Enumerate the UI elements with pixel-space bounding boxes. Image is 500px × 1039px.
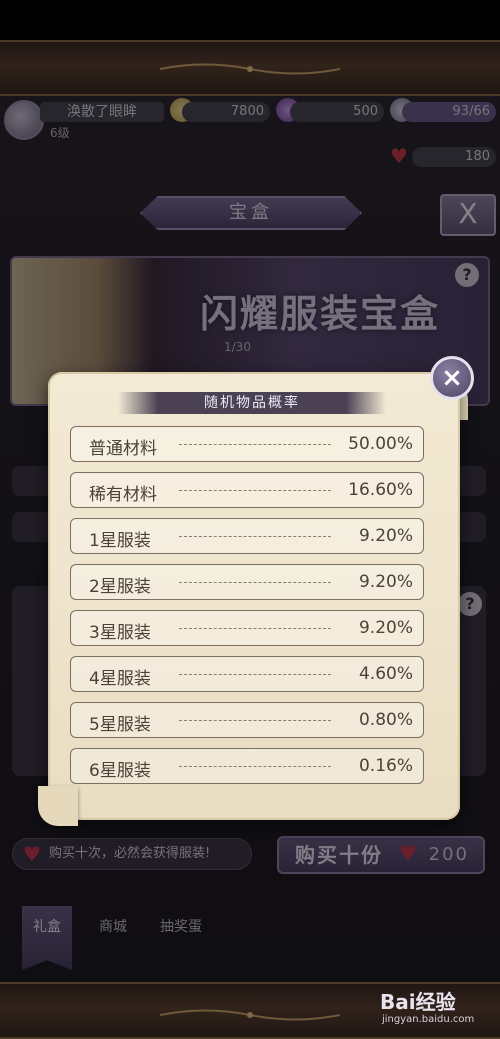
dash-divider [179,582,331,583]
watermark-logo: Bai经验 [380,990,456,1014]
dash-divider [179,536,331,537]
probability-row: 6星服装 0.16% [70,748,424,784]
dialog-close-button[interactable]: × [430,356,474,400]
dialog-title: 随机物品概率 [118,392,386,414]
probability-row: 4星服装 4.60% [70,656,424,692]
item-name: 4星服装 [89,669,151,689]
scroll-curl [38,786,78,826]
item-name: 普通材料 [89,439,157,459]
probability-row: 5星服装 0.80% [70,702,424,738]
watermark-url: jingyan.baidu.com [382,1014,475,1025]
item-probability: 50.00% [348,434,413,454]
item-probability: 9.20% [358,618,413,638]
probability-row: 1星服装 9.20% [70,518,424,554]
dash-divider [179,720,331,721]
item-name: 5星服装 [89,715,151,735]
dash-divider [179,628,331,629]
probability-row: 普通材料 50.00% [70,426,424,462]
dash-divider [179,444,331,445]
item-name: 2星服装 [89,577,151,597]
dash-divider [179,674,331,675]
item-probability: 16.60% [348,480,413,500]
item-name: 1星服装 [89,531,151,551]
probability-row: 3星服装 9.20% [70,610,424,646]
item-name: 稀有材料 [89,485,157,505]
probability-row: 稀有材料 16.60% [70,472,424,508]
item-probability: 4.60% [358,664,413,684]
item-name: 6星服装 [89,761,151,781]
item-name: 3星服装 [89,623,151,643]
dash-divider [179,490,331,491]
item-probability: 0.16% [358,756,413,776]
dash-divider [179,766,331,767]
item-probability: 9.20% [358,572,413,592]
probability-row: 2星服装 9.20% [70,564,424,600]
item-probability: 9.20% [358,526,413,546]
item-probability: 0.80% [358,710,413,730]
